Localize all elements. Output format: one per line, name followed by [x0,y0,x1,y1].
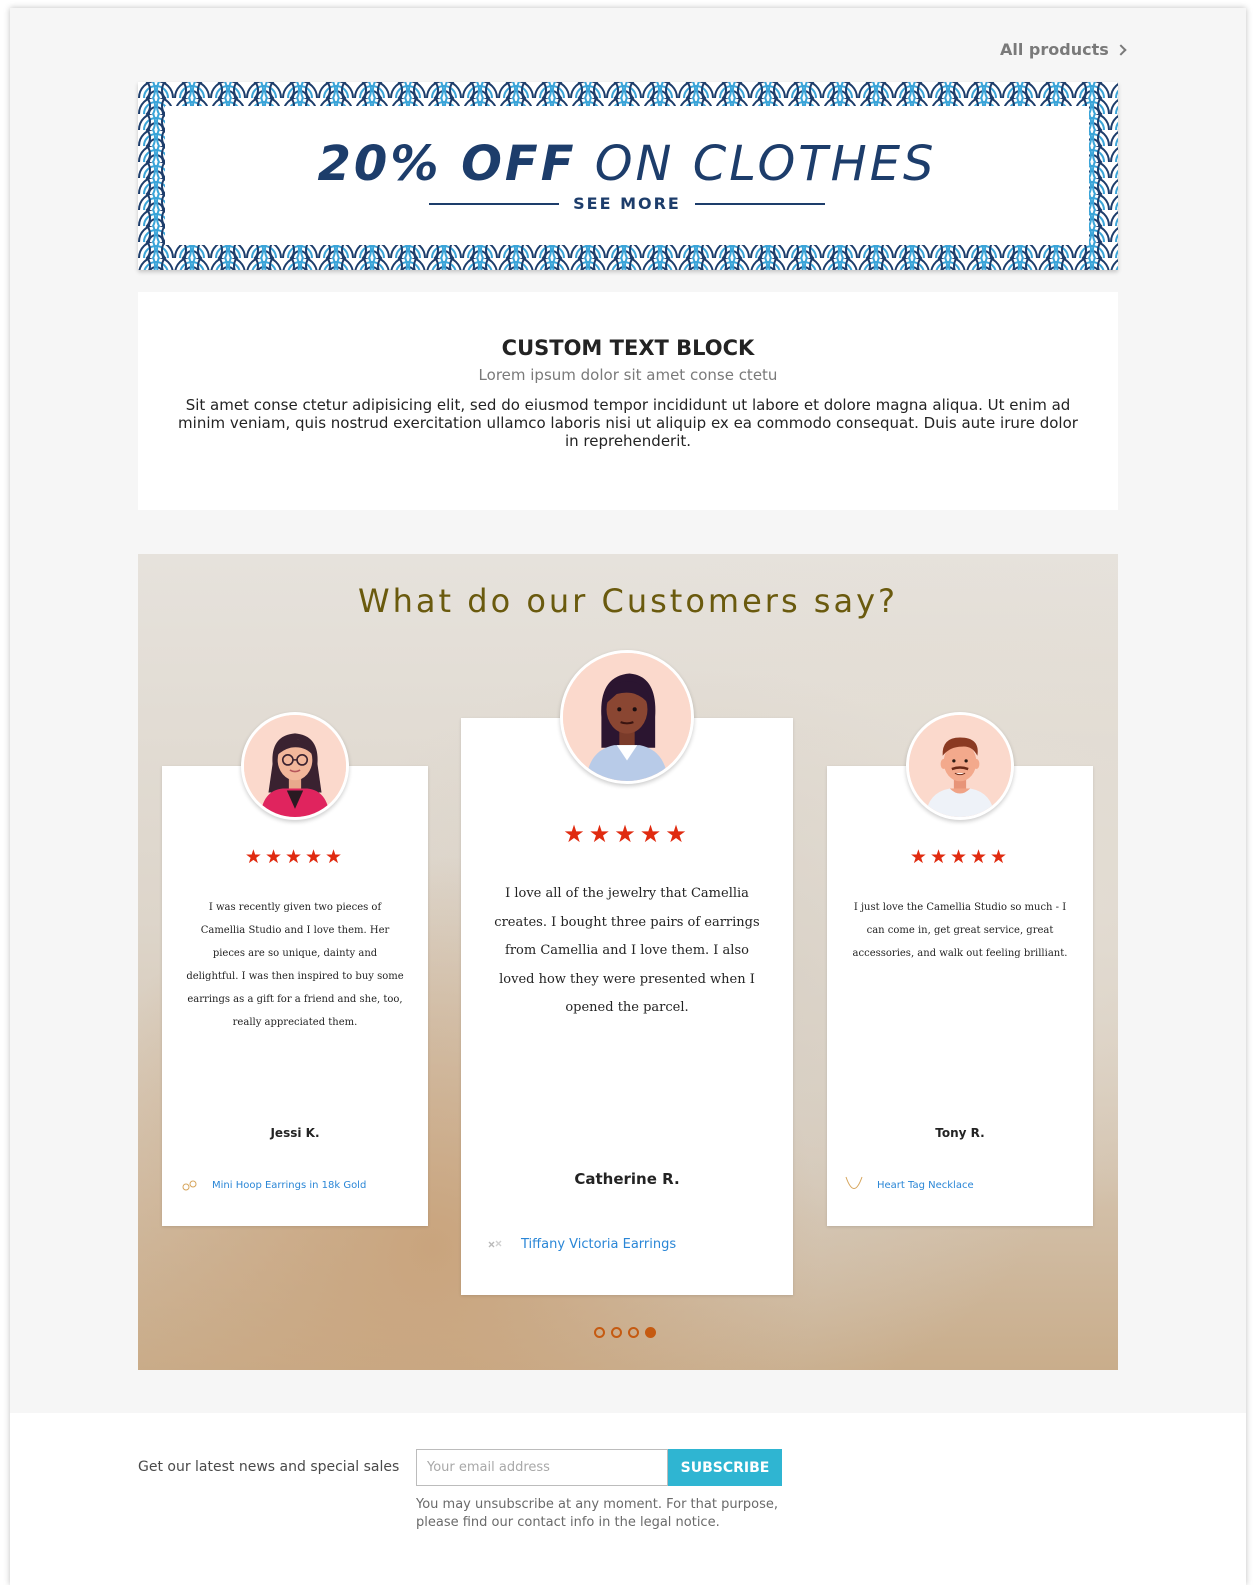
testimonial-quote: I just love the Camellia Studio so much … [852,902,1068,959]
product-link-label: Mini Hoop Earrings in 18k Gold [212,1179,367,1191]
banner-title-bold: 20% OFF [317,136,577,192]
carousel-pagination [594,1327,656,1338]
rating-stars: ★★★★★ [563,820,691,848]
product-link[interactable]: Tiffany Victoria Earrings [481,1230,676,1258]
text-block-body: Sit amet conse ctetur adipisicing elit, … [178,396,1078,450]
pagination-dot[interactable] [611,1327,622,1338]
hoop-earrings-thumbnail-icon [178,1174,200,1196]
product-link[interactable]: Heart Tag Necklace [843,1174,974,1196]
text-block-subtitle: Lorem ipsum dolor sit amet conse ctetu [478,366,778,384]
woman-avatar-icon [560,650,694,784]
pagination-dot[interactable] [594,1327,605,1338]
page: All products 20% OFF ON CLOTHES SEE MORE… [10,8,1246,1585]
testimonial-author: Tony R. [935,1126,985,1140]
necklace-thumbnail-icon [843,1174,865,1196]
all-products-link[interactable]: All products [1000,40,1127,59]
promo-banner[interactable]: 20% OFF ON CLOTHES SEE MORE [138,82,1118,270]
newsletter-label: Get our latest news and special sales [138,1459,400,1475]
rating-stars: ★★★★★ [909,846,1011,868]
chevron-left-icon[interactable] [138,951,143,969]
testimonial-card-featured: ★★★★★ I love all of the jewelry that Cam… [461,650,793,1295]
text-block-title: CUSTOM TEXT BLOCK [501,336,755,360]
banner-title: 20% OFF ON CLOTHES [165,136,1089,192]
newsletter-note: You may unsubscribe at any moment. For t… [416,1497,779,1530]
chevron-right-icon [1115,43,1127,56]
testimonials-heading: What do our Customers say? [358,582,898,620]
testimonials-section: What do our Customers say? ★★★★★ I was r… [138,554,1118,1370]
product-link-label: Tiffany Victoria Earrings [521,1236,677,1252]
divider-line [429,202,560,205]
pagination-dot-active[interactable] [645,1327,656,1338]
divider-line [694,202,825,205]
product-link[interactable]: Mini Hoop Earrings in 18k Gold [178,1174,366,1196]
banner-title-light: ON CLOTHES [594,136,937,192]
woman-glasses-avatar-icon [241,712,349,820]
testimonial-quote: I love all of the jewelry that Camellia … [494,886,760,1015]
earrings-thumbnail-icon [481,1230,509,1258]
newsletter-section: Get our latest news and special sales SU… [10,1413,1246,1585]
testimonial-card: ★★★★★ I was recently given two pieces of… [162,712,428,1226]
banner-content: 20% OFF ON CLOTHES SEE MORE [165,106,1089,245]
testimonial-author: Jessi K. [270,1126,320,1140]
subscribe-button[interactable]: SUBSCRIBE [668,1449,782,1486]
banner-cta-row: SEE MORE [165,194,1089,213]
email-field[interactable] [416,1449,668,1486]
pagination-dot[interactable] [628,1327,639,1338]
custom-text-block: CUSTOM TEXT BLOCK Lorem ipsum dolor sit … [138,292,1118,510]
testimonial-quote: I was recently given two pieces of Camel… [186,902,404,1028]
rating-stars: ★★★★★ [244,846,346,868]
product-link-label: Heart Tag Necklace [877,1179,974,1191]
man-avatar-icon [906,712,1014,820]
testimonial-author: Catherine R. [574,1170,680,1188]
all-products-label: All products [1000,40,1109,59]
testimonial-card: ★★★★★ I just love the Camellia Studio so… [827,712,1093,1226]
see-more-link[interactable]: SEE MORE [573,194,681,213]
